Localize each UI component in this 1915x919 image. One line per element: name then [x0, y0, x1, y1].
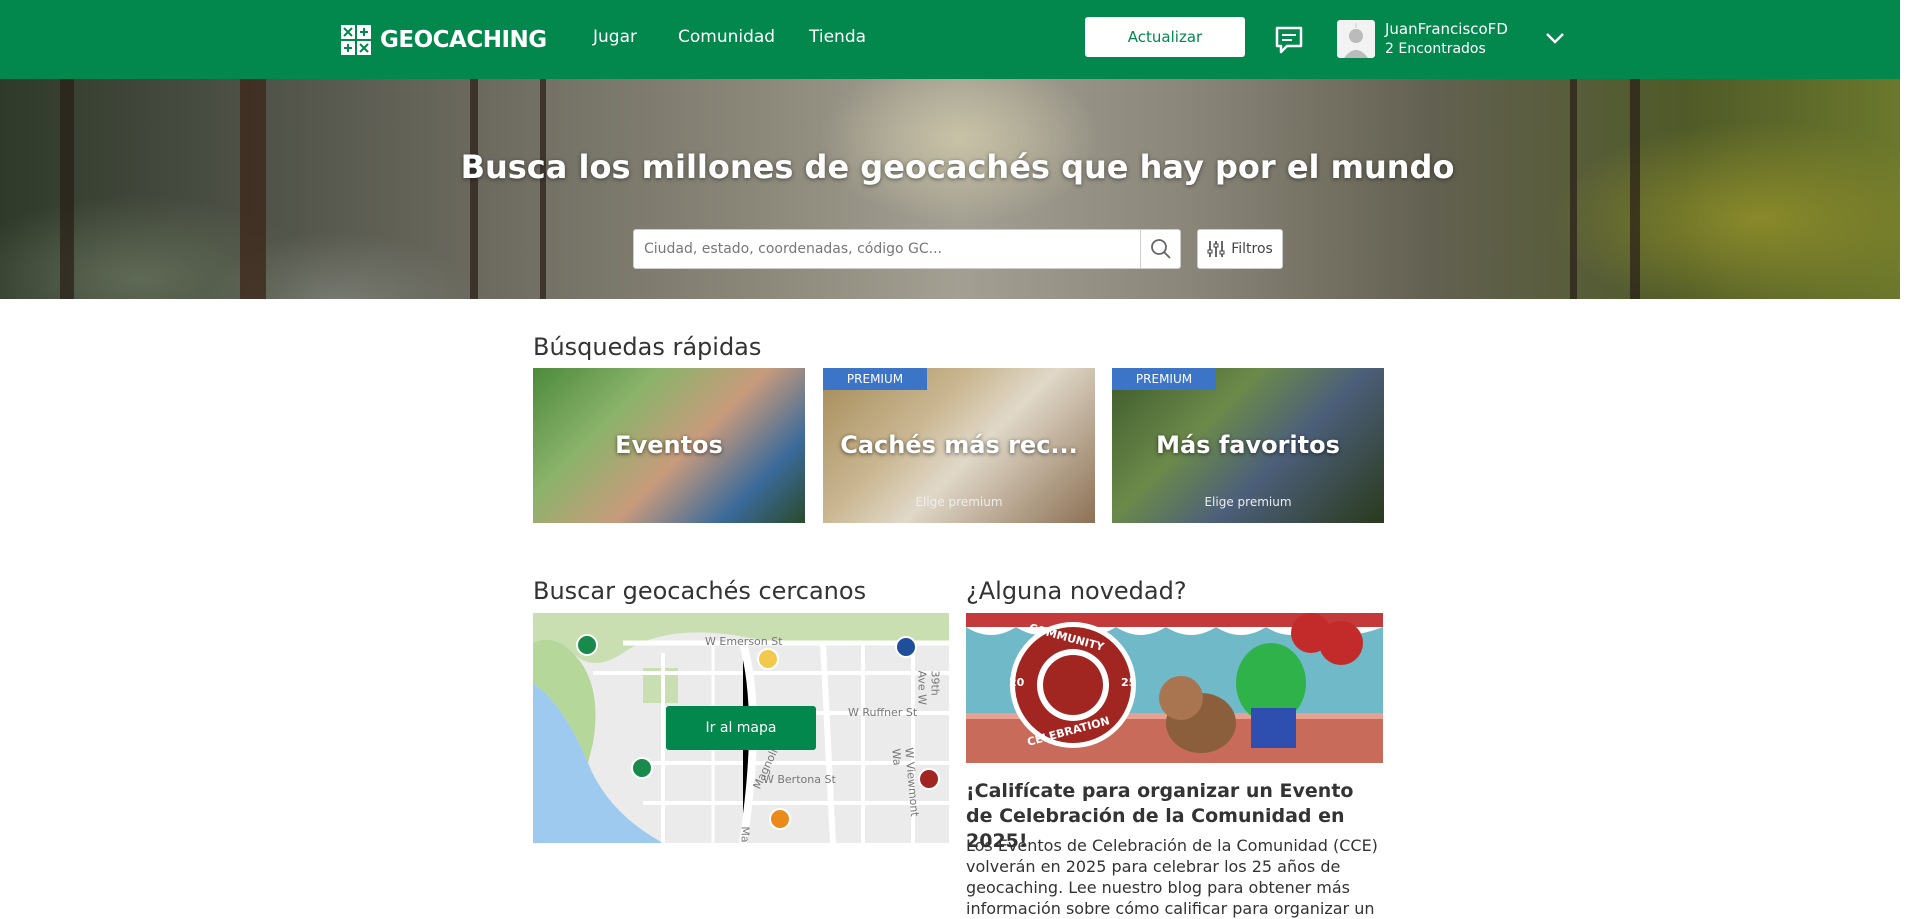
- nearby-title: Buscar geocachés cercanos: [533, 577, 867, 605]
- search-icon: [1151, 239, 1171, 259]
- quick-card-sub: Elige premium: [915, 495, 1003, 509]
- hero-banner: Busca los millones de geocachés que hay …: [0, 79, 1915, 299]
- logo-text: GEOCACHING: [380, 26, 547, 53]
- quick-card-recent[interactable]: PREMIUM Cachés más rec... Elige premium: [823, 368, 1095, 523]
- quick-card-label: Eventos: [615, 431, 723, 459]
- news-image[interactable]: COMMUNITY CELEBRATION 20 25: [966, 613, 1383, 763]
- hero-tree-trunk: [1630, 79, 1640, 299]
- nav-jugar[interactable]: Jugar: [593, 27, 637, 47]
- map-street-label: W Bertona St: [763, 773, 836, 786]
- map-street-label: Ma: [738, 826, 752, 843]
- quick-card-sub: Elige premium: [1204, 495, 1292, 509]
- celebration-year-right: 25: [1121, 676, 1137, 689]
- nav-comunidad[interactable]: Comunidad: [678, 27, 775, 47]
- chevron-down-icon[interactable]: [1544, 30, 1566, 46]
- geocaching-logo-icon: [341, 24, 371, 55]
- hero-tree-trunk: [1570, 79, 1577, 299]
- premium-badge: PREMIUM: [1112, 368, 1216, 390]
- quick-card-label: Más favoritos: [1156, 431, 1340, 459]
- hero-tree-trunk: [470, 79, 478, 299]
- celebration-year-left: 20: [1009, 676, 1025, 689]
- filters-label: Filtros: [1231, 241, 1273, 257]
- quick-card-label: Cachés más rec...: [840, 431, 1078, 459]
- page-scrollbar[interactable]: [1900, 0, 1915, 912]
- messages-icon[interactable]: [1274, 25, 1304, 55]
- go-to-map-button[interactable]: Ir al mapa: [666, 706, 816, 750]
- filters-button[interactable]: Filtros: [1197, 229, 1283, 269]
- news-title: ¿Alguna novedad?: [966, 577, 1187, 605]
- nearby-map[interactable]: W Emerson St W Ruffner St W Bertona St M…: [533, 613, 949, 843]
- nav-tienda[interactable]: Tienda: [809, 27, 866, 47]
- geocaching-logo[interactable]: GEOCACHING: [340, 23, 547, 56]
- quick-card-favorites[interactable]: PREMIUM Más favoritos Elige premium: [1112, 368, 1384, 523]
- upgrade-button[interactable]: Actualizar: [1085, 17, 1245, 57]
- avatar[interactable]: [1337, 20, 1375, 58]
- map-street-label: W Emerson St: [705, 635, 783, 648]
- search-box: [633, 229, 1181, 269]
- hero-tree-trunk: [240, 79, 266, 299]
- search-input[interactable]: [634, 230, 1140, 268]
- search-button[interactable]: [1140, 230, 1181, 268]
- premium-badge: PREMIUM: [823, 368, 927, 390]
- map-street-label: 39th Ave W: [915, 670, 942, 706]
- sliders-icon: [1207, 241, 1225, 257]
- default-avatar-icon: [1344, 23, 1368, 58]
- hero-tree-trunk: [540, 79, 546, 299]
- hero-title: Busca los millones de geocachés que hay …: [460, 148, 1455, 186]
- quick-card-events[interactable]: Eventos: [533, 368, 805, 523]
- top-navigation-bar: GEOCACHING Jugar Comunidad Tienda Actual…: [0, 0, 1915, 79]
- map-street-label: W Ruffner St: [848, 706, 918, 719]
- user-name[interactable]: JuanFranciscoFD: [1385, 20, 1508, 38]
- user-finds-count: 2 Encontrados: [1385, 41, 1486, 57]
- quick-search-title: Búsquedas rápidas: [533, 333, 762, 361]
- hero-tree-trunk: [60, 79, 74, 299]
- news-body: Los Eventos de Celebración de la Comunid…: [966, 836, 1378, 918]
